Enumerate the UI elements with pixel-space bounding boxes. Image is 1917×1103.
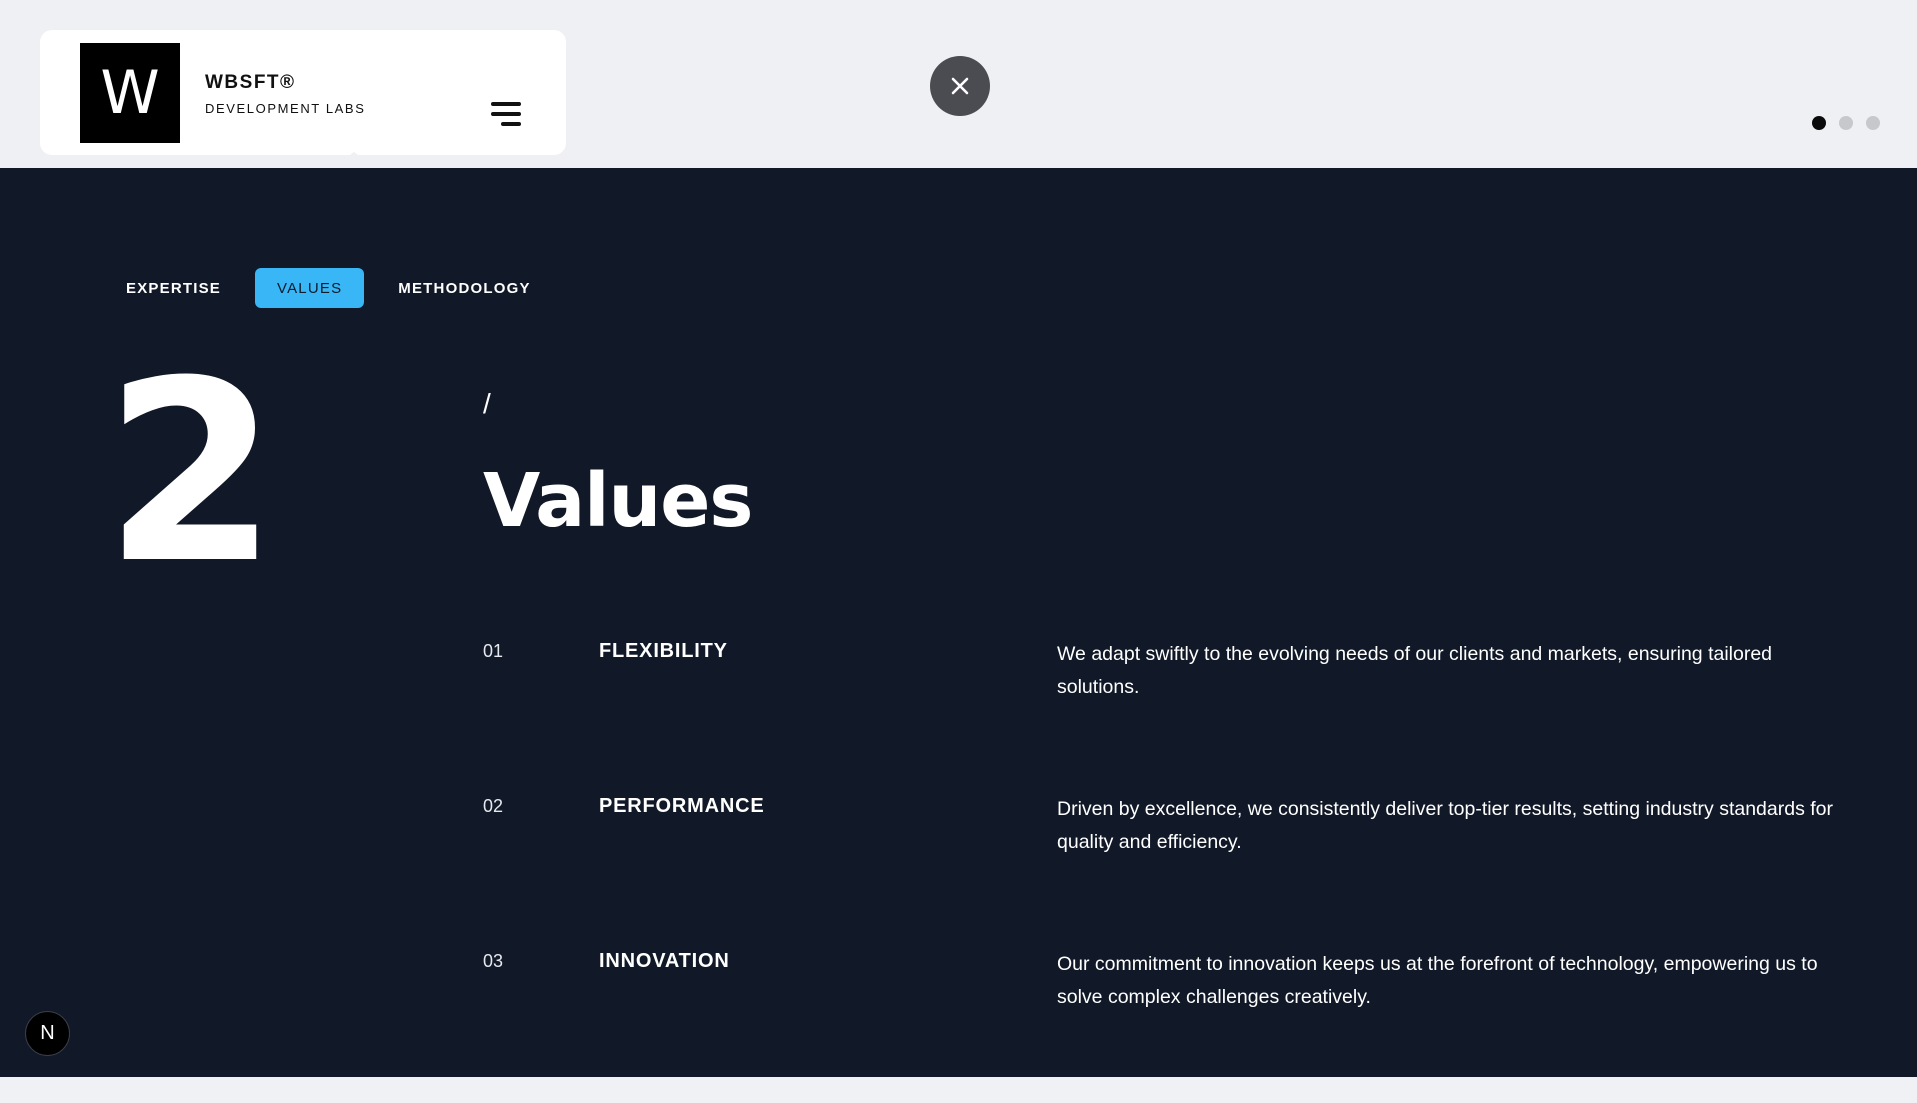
value-number: 03 <box>483 951 504 971</box>
top-bar: W WBSFT® DEVELOPMENT LABS <box>0 0 1917 170</box>
value-row: 03 INNOVATION Our commitment to innovation… <box>483 948 1863 1103</box>
value-description: Our commitment to innovation keeps us at… <box>1057 953 1818 1008</box>
value-name: INNOVATION <box>599 950 730 972</box>
tab-values[interactable]: VALUES <box>255 268 365 308</box>
value-name: PERFORMANCE <box>599 795 765 817</box>
logo[interactable]: W <box>80 43 180 143</box>
pagination-dot[interactable] <box>1866 116 1880 130</box>
tab-methodology[interactable]: METHODOLOGY <box>376 268 552 308</box>
value-row: 01 FLEXIBILITY We adapt swiftly to the evo… <box>483 638 1863 793</box>
values-list: 01 FLEXIBILITY We adapt swiftly to the evo… <box>483 638 1863 1103</box>
value-description: Driven by excellence, we consistently de… <box>1057 798 1834 853</box>
tab-expertise[interactable]: EXPERTISE <box>104 268 243 308</box>
close-button[interactable] <box>930 56 990 116</box>
section-title: Values <box>483 458 753 544</box>
brand-card: W WBSFT® DEVELOPMENT LABS <box>40 30 566 170</box>
value-number: 01 <box>483 641 504 661</box>
values-section: EXPERTISE VALUES METHODOLOGY 2 / Values 01… <box>0 168 1917 1077</box>
pagination-dot[interactable] <box>1812 116 1826 130</box>
section-number: 2 <box>104 327 278 618</box>
n-badge[interactable]: N <box>25 1011 70 1056</box>
close-icon <box>951 77 969 95</box>
section-slash: / <box>483 388 491 419</box>
value-row: 02 PERFORMANCE Driven by excellence, we co… <box>483 793 1863 948</box>
pagination-dots <box>1812 116 1880 130</box>
value-name: FLEXIBILITY <box>599 640 728 662</box>
hamburger-icon[interactable] <box>489 100 521 128</box>
section-tabs: EXPERTISE VALUES METHODOLOGY <box>104 268 553 308</box>
value-number: 02 <box>483 796 504 816</box>
value-description: We adapt swiftly to the evolving needs o… <box>1057 643 1773 698</box>
brand-subtitle: DEVELOPMENT LABS <box>205 101 366 116</box>
pagination-dot[interactable] <box>1839 116 1853 130</box>
brand-name: WBSFT® <box>205 72 296 93</box>
